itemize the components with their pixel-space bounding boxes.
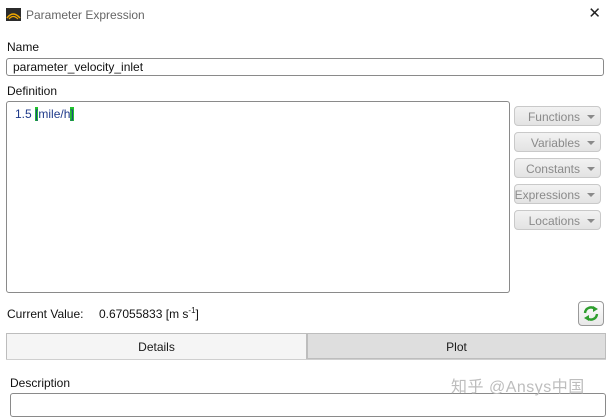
current-value-exponent: -1	[188, 306, 196, 315]
close-icon[interactable]: ✕	[588, 5, 601, 23]
locations-label: Locations	[528, 214, 580, 228]
window-title: Parameter Expression	[26, 8, 145, 22]
description-label: Description	[10, 376, 71, 390]
watermark-text: 知乎 @Ansys中国	[451, 379, 585, 396]
tab-divider	[6, 359, 606, 360]
definition-editor[interactable]: 1.5 [mile/h]	[6, 101, 510, 293]
name-label: Name	[7, 40, 40, 54]
expressions-label: Expressions	[514, 188, 580, 202]
tab-plot[interactable]: Plot	[307, 333, 606, 359]
definition-expression: 1.5 [mile/h]	[15, 107, 74, 121]
definition-label: Definition	[7, 84, 58, 98]
variables-button[interactable]: Variables	[514, 132, 601, 152]
name-field[interactable]: parameter_velocity_inlet	[6, 58, 604, 76]
ansys-app-icon	[6, 8, 21, 21]
locations-button[interactable]: Locations	[514, 210, 601, 230]
functions-button[interactable]: Functions	[514, 106, 601, 126]
current-value-suffix: ]	[195, 307, 199, 321]
functions-label: Functions	[527, 110, 580, 124]
constants-label: Constants	[525, 162, 580, 176]
current-value-number: 0.67055833 [m s	[99, 307, 189, 321]
unit-close-bracket: ]	[70, 107, 74, 121]
expressions-button[interactable]: Expressions	[514, 184, 601, 204]
chevron-down-icon	[587, 141, 595, 145]
refresh-button[interactable]	[578, 301, 604, 326]
tab-details[interactable]: Details	[6, 333, 307, 359]
title-bar: Parameter Expression ✕	[0, 0, 610, 30]
chevron-down-icon	[587, 115, 595, 119]
chevron-down-icon	[587, 219, 595, 223]
unit-text: mile/h	[38, 107, 71, 121]
variables-label: Variables	[530, 136, 580, 150]
chevron-down-icon	[587, 193, 595, 197]
current-value-label: Current Value:	[7, 307, 84, 321]
refresh-icon	[583, 306, 599, 321]
chevron-down-icon	[587, 167, 595, 171]
constants-button[interactable]: Constants	[514, 158, 601, 178]
definition-number: 1.5	[15, 107, 36, 121]
current-value: 0.67055833 [m s-1]	[99, 306, 199, 321]
